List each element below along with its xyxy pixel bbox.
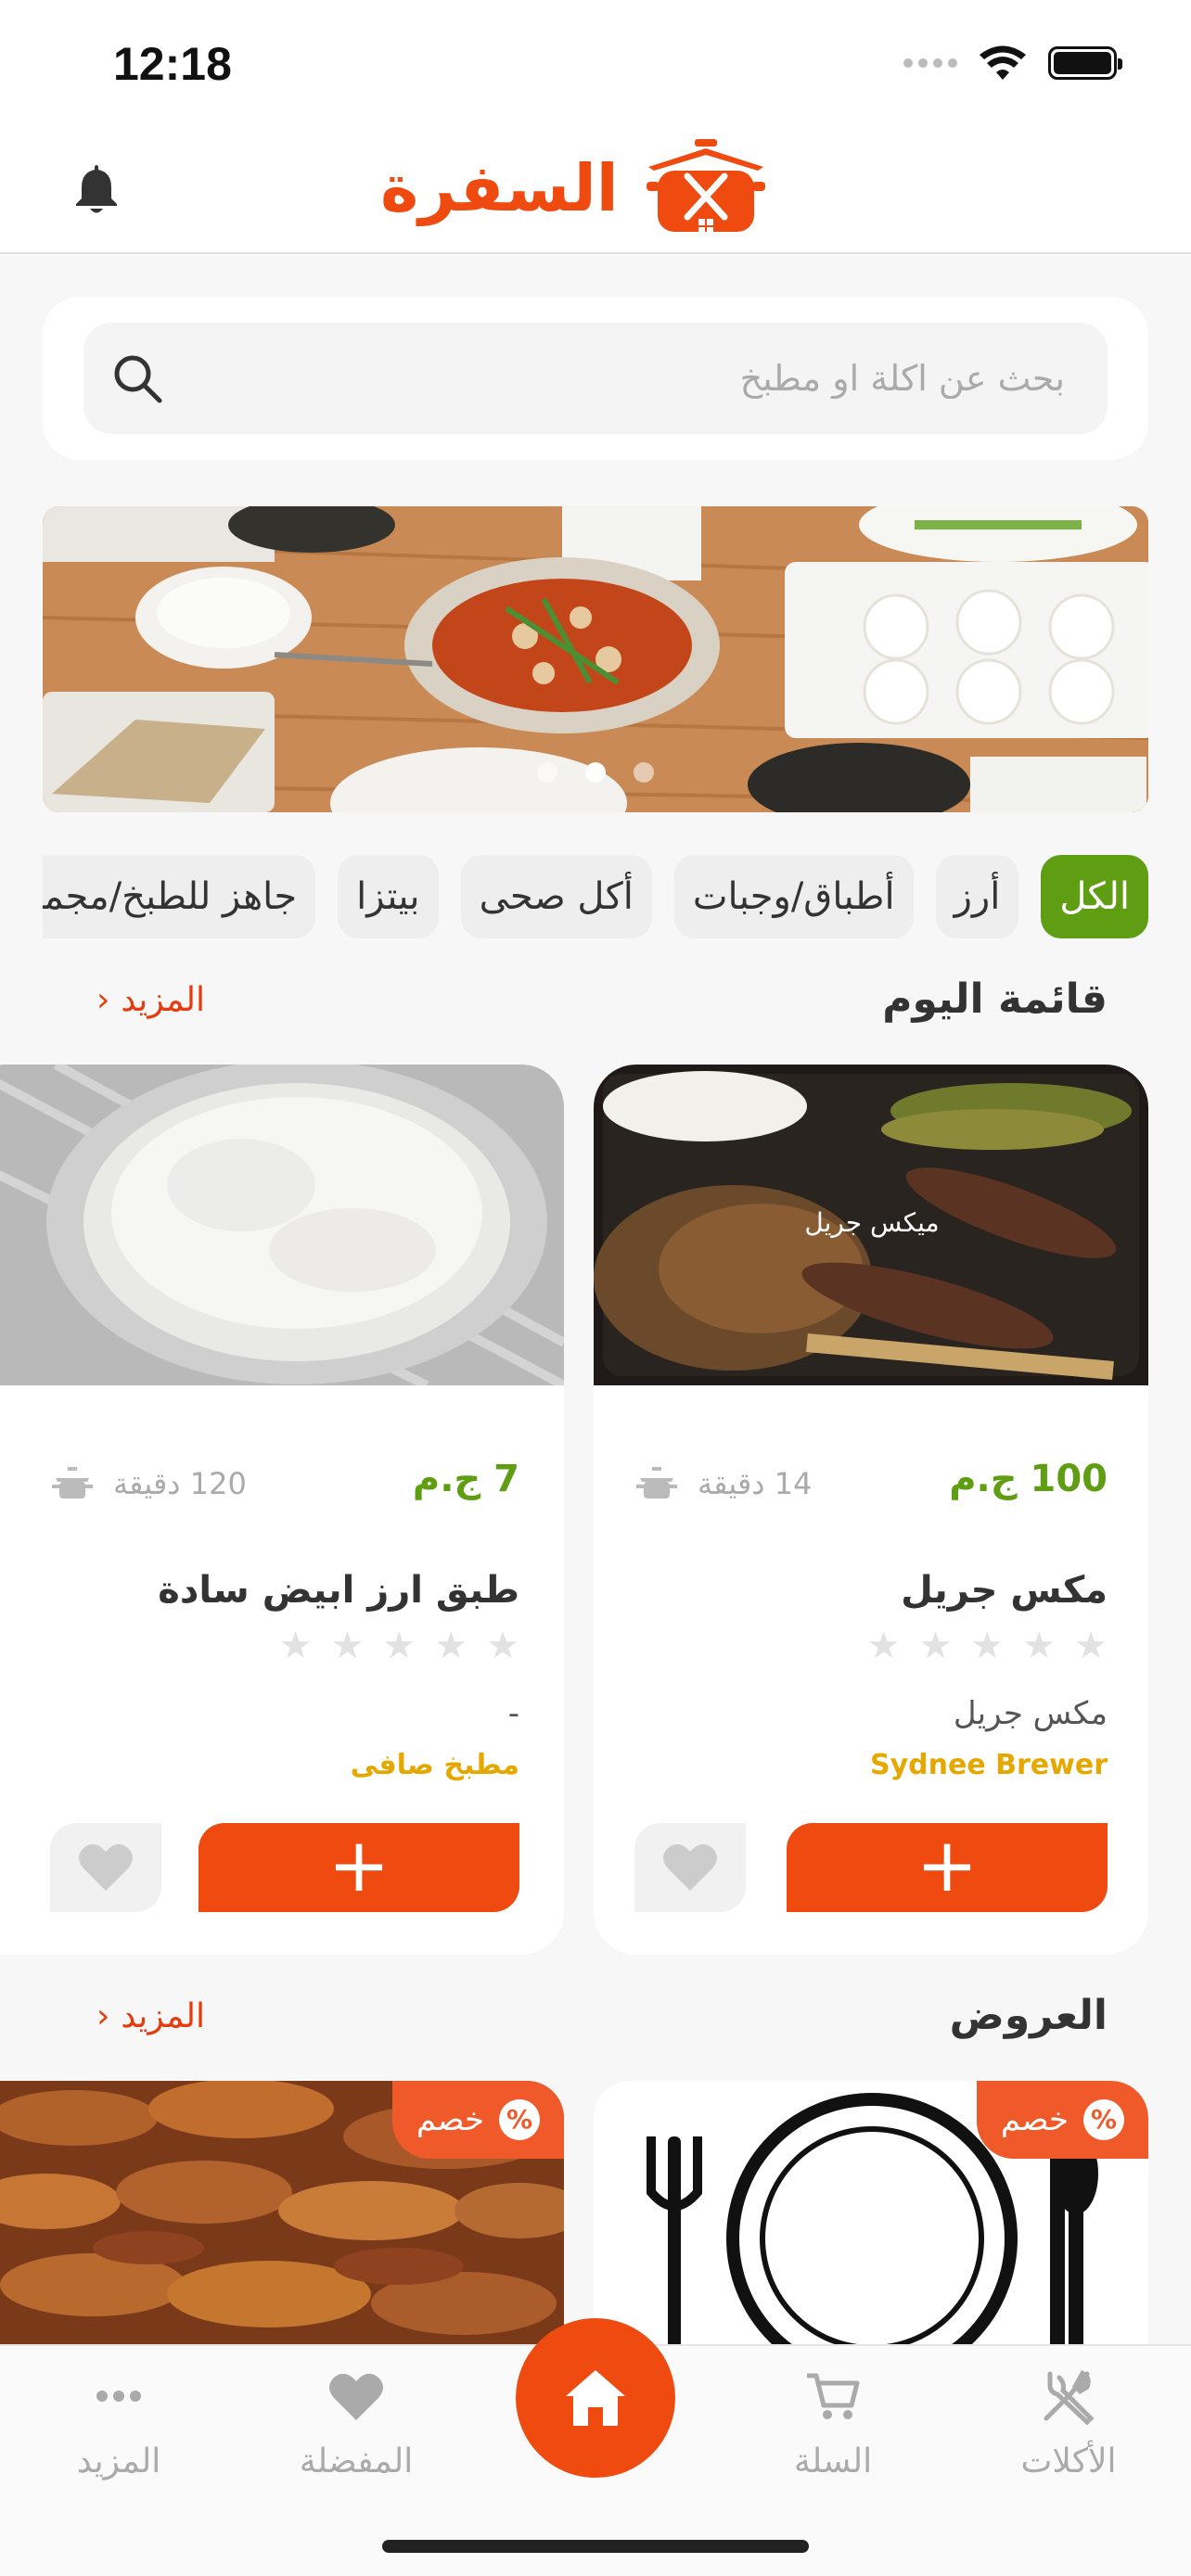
star-icon: ★	[1022, 1625, 1057, 1667]
nav-item-meals[interactable]: الأكلات	[976, 2366, 1161, 2480]
food-price: 100 ج.م	[949, 1458, 1108, 1500]
category-chip-rice[interactable]: أرز	[935, 855, 1019, 938]
photo-caption: ميكس جريل	[804, 1207, 939, 1238]
carousel-dot[interactable]	[537, 762, 557, 783]
star-icon: ★	[918, 1625, 953, 1667]
status-icons	[903, 45, 1122, 82]
status-bar: 12:18	[0, 0, 1191, 121]
star-icon: ★	[486, 1625, 519, 1667]
star-icon: ★	[1074, 1625, 1108, 1667]
heart-icon	[663, 1843, 717, 1891]
food-name: طبق ارز ابيض سادة	[158, 1569, 519, 1612]
discount-badge-label: خصم	[1000, 2101, 1069, 2138]
favorite-button[interactable]	[634, 1823, 746, 1912]
star-icon: ★	[382, 1625, 416, 1667]
category-chip-dishes[interactable]: أطباق/وجبات	[673, 855, 914, 938]
chevron-left-icon: ‹	[96, 1997, 110, 2035]
home-icon	[566, 2370, 625, 2426]
nav-item-more[interactable]: المزيد	[26, 2366, 211, 2480]
heart-icon	[329, 2373, 383, 2420]
prep-time-label: 120 دقيقة	[113, 1466, 247, 1501]
food-price: 7 ج.م	[412, 1458, 519, 1500]
discount-badge: % خصم	[391, 2081, 564, 2159]
nav-item-label: السلة	[793, 2442, 873, 2480]
discount-badge-label: خصم	[416, 2101, 484, 2138]
star-icon: ★	[434, 1625, 468, 1667]
wifi-icon	[980, 45, 1026, 80]
category-chip-healthy[interactable]: أكل صحى	[460, 855, 652, 938]
cart-icon	[807, 2373, 860, 2419]
more-dots-icon	[96, 2391, 141, 2402]
todays-menu-title: قائمة اليوم	[882, 976, 1108, 1023]
todays-menu-more-link[interactable]: المزيد ‹	[96, 981, 205, 1019]
search-input[interactable]	[230, 323, 1065, 434]
promo-banner-carousel[interactable]	[43, 506, 1148, 812]
more-link-label: المزيد	[121, 981, 205, 1019]
percent-icon: %	[1083, 2099, 1124, 2140]
nav-item-label: الأكلات	[1020, 2442, 1117, 2480]
percent-icon: %	[499, 2099, 540, 2140]
nav-item-favorites[interactable]: المفضلة	[263, 2366, 449, 2480]
category-chip-pizza[interactable]: بيتزا	[338, 855, 439, 938]
prep-time: 14 دقيقة	[634, 1461, 812, 1506]
chevron-left-icon: ‹	[96, 981, 110, 1019]
favorite-button[interactable]	[50, 1823, 161, 1912]
kitchen-name[interactable]: Sydnee Brewer	[870, 1749, 1108, 1781]
plus-icon: +	[916, 1822, 979, 1908]
cooking-pot-icon	[52, 1467, 93, 1498]
food-description: مكس جريل	[953, 1695, 1108, 1732]
nav-item-label: المفضلة	[299, 2442, 414, 2480]
offer-card[interactable]: % خصم	[594, 2081, 1148, 2350]
plus-icon: +	[327, 1822, 391, 1908]
search-icon[interactable]	[111, 352, 163, 404]
offer-card[interactable]: % خصم	[0, 2081, 564, 2350]
more-link-label: المزيد	[121, 1997, 205, 2035]
rating-stars: ★ ★ ★ ★ ★	[867, 1625, 1108, 1667]
app-logo-text: السفرة	[380, 150, 619, 226]
app-header: السفرة	[0, 121, 1191, 254]
offers-more-link[interactable]: المزيد ‹	[96, 1997, 205, 2035]
category-chips: الكل أرز أطباق/وجبات أكل صحى بيتزا جاهز …	[43, 855, 1148, 938]
cooking-pot-icon	[636, 1467, 677, 1498]
add-to-cart-button[interactable]: +	[198, 1823, 519, 1912]
home-indicator[interactable]	[382, 2540, 809, 2553]
status-time: 12:18	[113, 38, 232, 90]
star-icon: ★	[330, 1625, 365, 1667]
nav-item-label: المزيد	[76, 2442, 161, 2480]
food-card[interactable]: 7 ج.م 120 دقيقة طبق ارز ابيض سادة ★ ★ ★ ★ ★ …	[0, 1065, 564, 1955]
food-card[interactable]: ميكس جريل 100 ج.م 14 دقيقة مكس جريل ★ ★ ★ ★…	[594, 1065, 1148, 1955]
notification-bell-icon[interactable]	[67, 159, 126, 219]
carousel-dot-active[interactable]	[585, 762, 606, 783]
star-icon: ★	[866, 1625, 901, 1667]
carousel-dot[interactable]	[634, 762, 654, 783]
add-to-cart-button[interactable]: +	[787, 1823, 1108, 1912]
app-logo: السفرة	[380, 137, 771, 239]
kitchen-name[interactable]: مطبخ صافى	[351, 1749, 519, 1781]
food-photo: ميكس جريل	[594, 1065, 1148, 1385]
category-chip-all[interactable]: الكل	[1041, 855, 1148, 938]
carousel-indicator[interactable]	[43, 762, 1148, 783]
prep-time-label: 14 دقيقة	[698, 1466, 813, 1501]
food-name: مكس جريل	[901, 1569, 1108, 1612]
discount-badge: % خصم	[976, 2081, 1148, 2159]
offers-title: العروض	[949, 1992, 1108, 2039]
nav-home-button[interactable]	[516, 2318, 675, 2478]
prep-time: 120 دقيقة	[50, 1461, 247, 1506]
food-description: -	[507, 1695, 519, 1732]
fork-knife-icon	[1044, 2370, 1095, 2426]
nav-item-cart[interactable]: السلة	[740, 2366, 926, 2480]
search-card	[43, 297, 1148, 460]
category-chip-frozen[interactable]: جاهز للطبخ/مجمد	[43, 855, 316, 938]
cellular-signal-icon	[903, 58, 957, 68]
battery-icon	[1048, 46, 1122, 80]
search-box[interactable]	[83, 323, 1108, 434]
star-icon: ★	[278, 1625, 313, 1667]
rating-stars: ★ ★ ★ ★ ★	[279, 1625, 519, 1667]
heart-icon	[79, 1843, 133, 1891]
star-icon: ★	[970, 1625, 1005, 1667]
food-photo	[0, 1065, 564, 1385]
pot-logo-icon	[646, 139, 765, 232]
